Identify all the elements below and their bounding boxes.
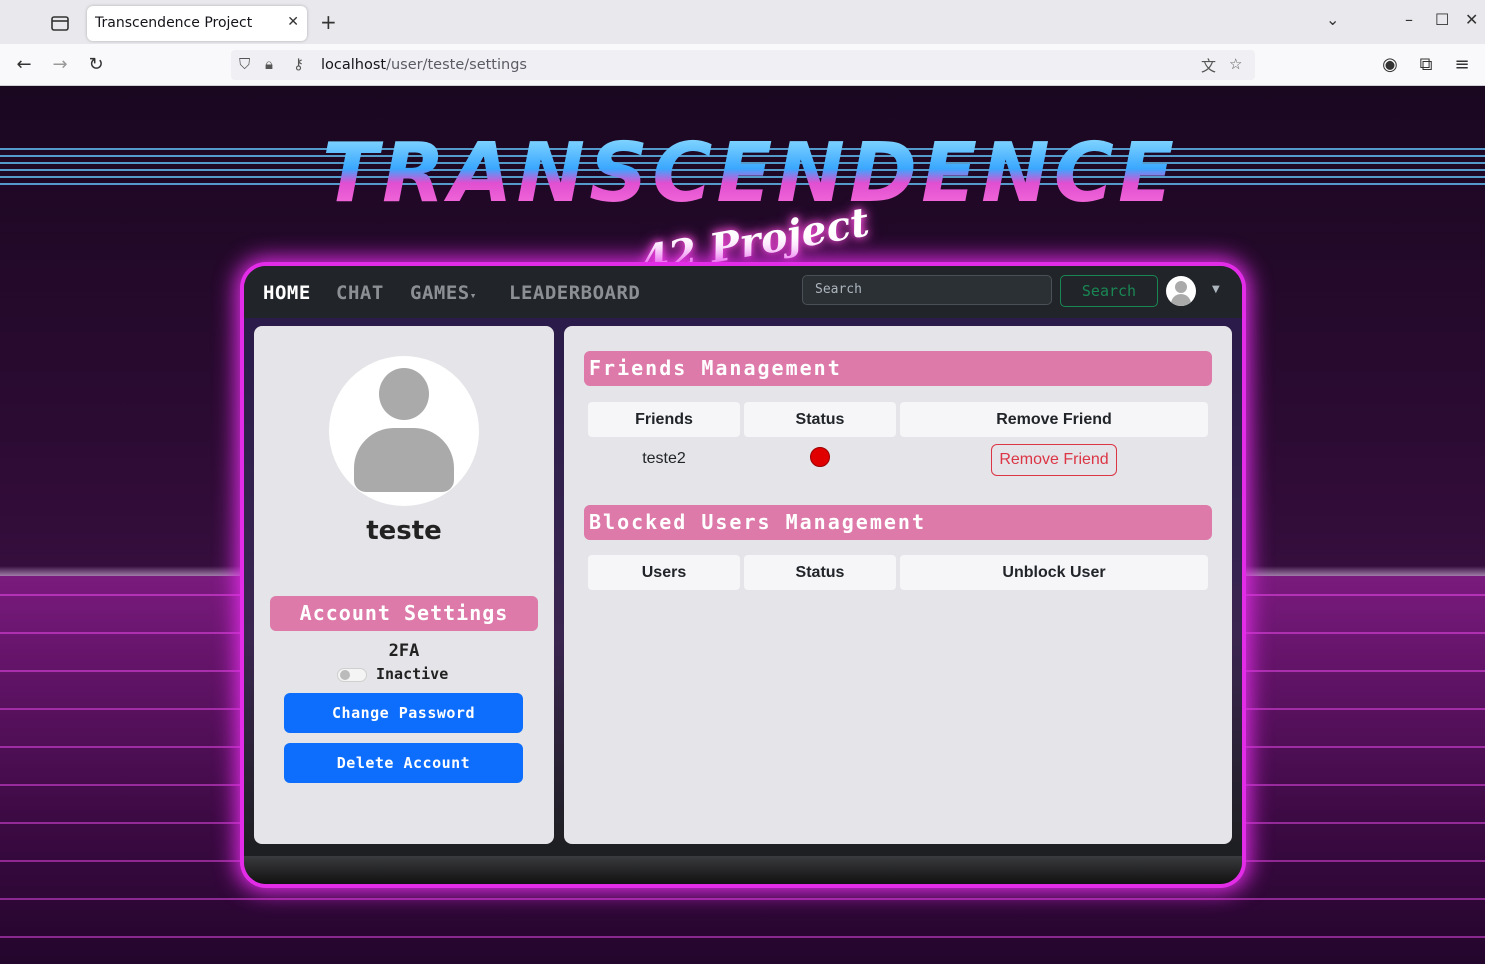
browser-tab-bar: Transcendence Project ✕ + ⌄ – ☐ ✕ — [0, 0, 1485, 44]
offline-status-dot — [810, 447, 830, 467]
twofa-status: Inactive — [376, 665, 449, 683]
shield-icon[interactable]: ⛉ — [239, 55, 250, 73]
delete-account-button[interactable]: Delete Account — [284, 743, 523, 783]
management-card: Friends Management Friends Status Remove… — [564, 326, 1232, 844]
main-navbar: HOME CHAT GAMES▾ LEADERBOARD Search Sear… — [244, 266, 1242, 318]
twofa-toggle[interactable] — [337, 668, 367, 682]
menu-icon[interactable]: ≡ — [1450, 54, 1474, 75]
footer-bar — [244, 856, 1242, 884]
forward-icon[interactable]: → — [48, 54, 72, 75]
close-tab-icon[interactable]: ✕ — [287, 14, 299, 30]
url-text[interactable]: localhost/user/teste/settings — [321, 57, 527, 73]
extensions-icon[interactable]: ⧉ — [1414, 54, 1438, 75]
logo-title: TRANSCENDENCE — [310, 126, 1190, 221]
page-background: TRANSCENDENCE 42 Project HOME CHAT GAMES… — [0, 86, 1485, 964]
close-window-icon[interactable]: ✕ — [1465, 10, 1478, 29]
profile-avatar — [329, 356, 479, 506]
search-button[interactable]: Search — [1060, 275, 1158, 307]
twofa-label: 2FA — [388, 641, 420, 661]
lock-icon[interactable]: 🔒︎ — [265, 55, 273, 73]
account-settings-header: Account Settings — [270, 596, 538, 631]
search-input[interactable]: Search — [802, 275, 1052, 305]
users-col-header: Users — [588, 555, 740, 590]
maximize-icon[interactable]: ☐ — [1435, 10, 1449, 29]
tab-overflow-chevron-icon[interactable]: ⌄ — [1326, 10, 1339, 29]
user-menu-caret-icon[interactable]: ▼ — [1212, 284, 1220, 295]
change-password-button[interactable]: Change Password — [284, 693, 523, 733]
tab-list-icon[interactable] — [48, 12, 72, 34]
status-col-header: Status — [744, 402, 896, 437]
browser-tab[interactable]: Transcendence Project ✕ — [87, 6, 307, 41]
bookmark-star-icon[interactable]: ☆ — [1229, 55, 1242, 73]
browser-toolbar: ← → ↻ ⛉ 🔒︎ ⚷ localhost/user/teste/settin… — [0, 44, 1485, 86]
profile-card: teste Account Settings 2FA Inactive Chan… — [254, 326, 554, 844]
key-icon[interactable]: ⚷ — [293, 55, 304, 73]
tab-title: Transcendence Project — [95, 15, 253, 31]
unblock-user-col-header: Unblock User — [900, 555, 1208, 590]
remove-friend-button[interactable]: Remove Friend — [991, 444, 1117, 476]
blocked-status-col-header: Status — [744, 555, 896, 590]
remove-friend-col-header: Remove Friend — [900, 402, 1208, 437]
url-bar[interactable]: ⛉ 🔒︎ ⚷ localhost/user/teste/settings 文 ☆ — [231, 50, 1255, 80]
app-frame: HOME CHAT GAMES▾ LEADERBOARD Search Sear… — [244, 266, 1242, 884]
games-dropdown-caret-icon: ▾ — [469, 289, 477, 302]
site-logo: TRANSCENDENCE 42 Project — [310, 126, 1190, 285]
friends-management-header: Friends Management — [584, 351, 1212, 386]
new-tab-icon[interactable]: + — [320, 10, 337, 34]
nav-leaderboard[interactable]: LEADERBOARD — [509, 282, 640, 304]
friends-col-header: Friends — [588, 402, 740, 437]
minimize-icon[interactable]: – — [1405, 10, 1413, 29]
nav-games[interactable]: GAMES▾ — [410, 282, 477, 304]
translate-icon[interactable]: 文 — [1201, 55, 1216, 76]
nav-home[interactable]: HOME — [263, 282, 311, 304]
user-avatar[interactable] — [1166, 276, 1196, 306]
nav-chat[interactable]: CHAT — [336, 282, 384, 304]
blocked-users-management-header: Blocked Users Management — [584, 505, 1212, 540]
back-icon[interactable]: ← — [12, 54, 36, 75]
friend-name: teste2 — [642, 450, 686, 467]
reload-icon[interactable]: ↻ — [84, 54, 108, 75]
account-icon[interactable]: ◉ — [1378, 54, 1402, 75]
profile-username: teste — [366, 516, 442, 546]
